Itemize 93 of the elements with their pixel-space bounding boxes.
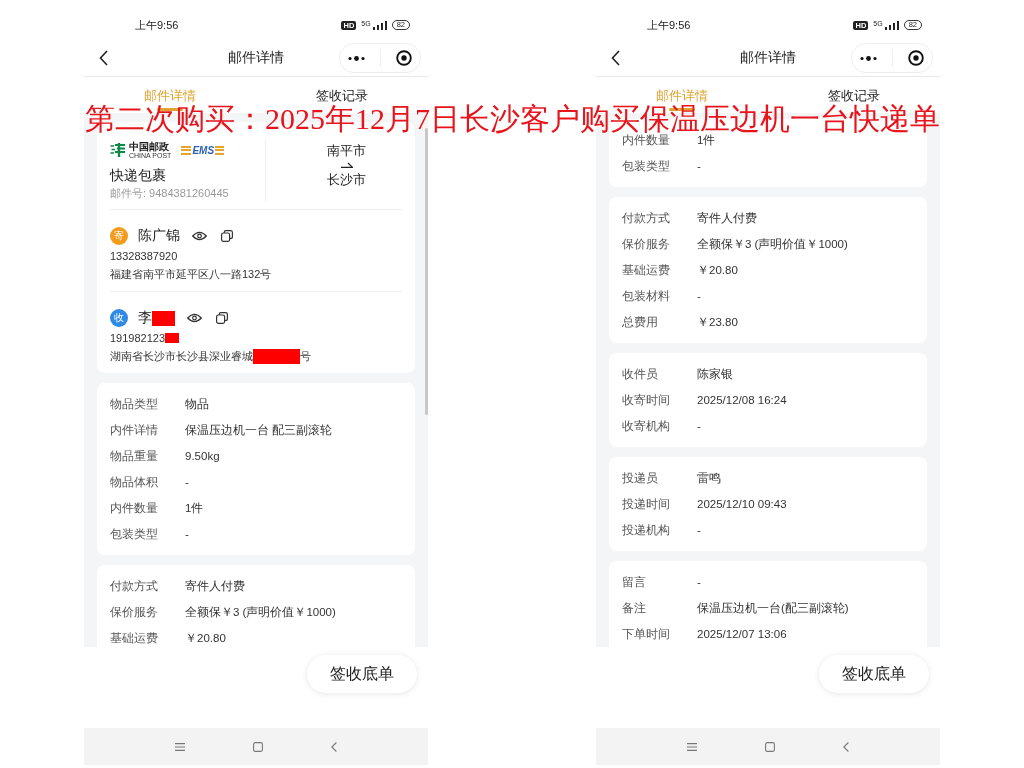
copy-icon[interactable] — [221, 230, 233, 242]
field-value: 9.50kg — [185, 450, 220, 462]
contact-phone: 13328387920 — [110, 249, 178, 264]
field-value: 保温压边机一台(配三副滚轮) — [697, 600, 849, 616]
contact-address: 湖南省长沙市长沙县深业睿城 — [110, 349, 253, 364]
redaction-block — [152, 310, 175, 326]
field-label: 包装类型 — [110, 526, 159, 542]
field-label: 物品体积 — [110, 474, 159, 490]
home-icon[interactable] — [253, 741, 263, 752]
back-icon[interactable] — [611, 50, 620, 66]
contact-badge: 寄 — [110, 227, 128, 245]
field-value: 1件 — [697, 133, 716, 148]
field-label: 下单时间 — [622, 626, 671, 642]
field-value: - — [697, 576, 701, 588]
field-value: - — [697, 420, 701, 432]
field-value: ￥20.80 — [697, 262, 738, 278]
field-value: 2025/12/07 13:06 — [697, 628, 787, 640]
field-value: - — [185, 476, 189, 488]
field-label: 物品重量 — [110, 448, 159, 464]
origin-city: 南平市 — [327, 142, 366, 159]
field-label: 基础运费 — [622, 262, 671, 278]
contact-name: 陈广锦 — [138, 227, 180, 245]
eye-icon[interactable] — [187, 313, 202, 323]
field-label: 包装材料 — [622, 288, 671, 304]
field-label: 投递员 — [622, 470, 659, 486]
status-time: 上午9:56 — [135, 17, 179, 33]
destination-city: 长沙市 — [327, 171, 366, 188]
circle-dot-icon[interactable] — [396, 50, 413, 66]
contact-address: 号 — [300, 349, 311, 364]
field-label: 备注 — [622, 600, 647, 616]
copy-icon[interactable] — [216, 312, 228, 324]
signal-icon — [884, 20, 899, 30]
page-title: 邮件详情 — [228, 49, 284, 67]
field-value: - — [697, 290, 701, 302]
field-value: 寄件人付费 — [185, 578, 245, 594]
ems-logo: EMS — [181, 144, 225, 156]
redaction-block — [165, 333, 180, 343]
annotation-caption: 第二次购买：2025年12月7日长沙客户购买保温压边机一台快递单 — [85, 102, 940, 135]
field-value: - — [697, 160, 701, 172]
scrollbar[interactable] — [425, 128, 428, 415]
field-value: ￥23.80 — [697, 314, 738, 330]
sign-receipt-button[interactable]: 签收底单 — [819, 655, 929, 693]
field-value: 陈家银 — [697, 366, 733, 382]
carrier-name: 中国邮政 — [129, 140, 169, 152]
field-label: 基础运费 — [110, 630, 159, 646]
field-label: 投递时间 — [622, 496, 671, 512]
sign-receipt-button[interactable]: 签收底单 — [307, 655, 417, 693]
field-label: 留言 — [622, 574, 647, 590]
field-label: 内件数量 — [110, 500, 159, 516]
field-label: 付款方式 — [110, 578, 159, 594]
field-label: 内件数量 — [622, 133, 671, 148]
field-value: 保温压边机一台 配三副滚轮 — [185, 422, 333, 438]
field-value: 全额保￥3 (声明价值￥1000) — [185, 604, 336, 620]
eye-icon[interactable] — [192, 231, 207, 241]
field-value: - — [185, 528, 189, 540]
field-label: 收寄时间 — [622, 392, 671, 408]
parcel-type: 快递包裹 — [110, 166, 167, 185]
contact-address: 福建省南平市延平区八一路132号 — [110, 267, 272, 282]
menu-icon[interactable] — [175, 742, 185, 751]
status-time: 上午9:56 — [647, 17, 691, 33]
emblem-icon — [110, 143, 126, 157]
field-label: 物品类型 — [110, 396, 159, 412]
more-icon[interactable] — [859, 55, 877, 61]
field-label: 内件详情 — [110, 422, 159, 438]
circle-dot-icon[interactable] — [908, 50, 925, 66]
field-label: 总费用 — [622, 314, 659, 330]
field-value: ￥20.80 — [185, 630, 226, 646]
field-label: 收寄机构 — [622, 418, 671, 434]
field-label: 保价服务 — [622, 236, 671, 252]
field-label: 投递机构 — [622, 522, 671, 538]
field-value: 物品 — [185, 396, 209, 412]
field-value: 1件 — [185, 500, 204, 516]
contact-name: 李 — [138, 309, 152, 327]
field-label: 保价服务 — [110, 604, 159, 620]
page-title: 邮件详情 — [740, 49, 796, 67]
field-label: 包装类型 — [622, 158, 671, 174]
field-value: 雷鸣 — [697, 470, 721, 486]
contact-badge: 收 — [110, 309, 128, 327]
field-value: 2025/12/08 16:24 — [697, 394, 787, 406]
field-value: 2025/12/10 09:43 — [697, 498, 787, 510]
back-icon[interactable] — [99, 50, 108, 66]
redaction-block — [253, 348, 300, 364]
field-label: 付款方式 — [622, 210, 671, 226]
field-value: - — [697, 524, 701, 536]
signal-icon — [372, 20, 387, 30]
tracking-number: 邮件号: 9484381260445 — [110, 186, 230, 201]
field-value: 寄件人付费 — [697, 210, 757, 226]
home-icon[interactable] — [765, 741, 775, 752]
contact-phone: 191982123 — [110, 331, 166, 346]
menu-icon[interactable] — [687, 742, 697, 751]
field-value: 全额保￥3 (声明价值￥1000) — [697, 236, 848, 252]
field-label: 收件员 — [622, 366, 659, 382]
more-icon[interactable] — [347, 55, 365, 61]
